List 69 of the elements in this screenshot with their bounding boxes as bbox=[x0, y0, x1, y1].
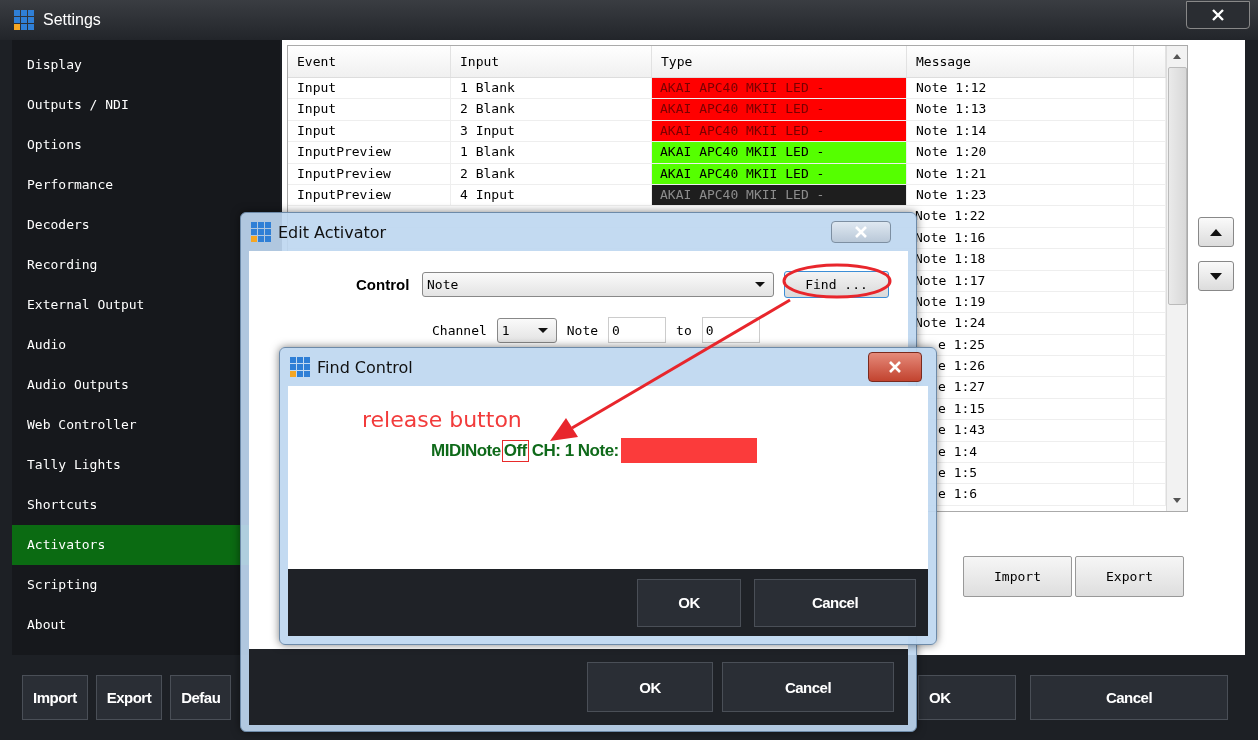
table-cell: AKAI APC40 MKII LED - bbox=[652, 78, 907, 99]
table-cell: Note 1:23 bbox=[907, 184, 1134, 206]
cancel-button[interactable]: Cancel bbox=[722, 662, 894, 712]
cancel-button[interactable]: Cancel bbox=[754, 578, 916, 627]
control-dropdown[interactable]: Note bbox=[422, 271, 774, 297]
footer-button[interactable]: Export bbox=[95, 675, 163, 720]
annotation-text: release button bbox=[361, 406, 523, 432]
table-cell: Input bbox=[288, 99, 451, 120]
table-cell: AKAI APC40 MKII LED - bbox=[652, 163, 907, 184]
window-title: Settings bbox=[43, 11, 101, 29]
grid-logo-icon bbox=[14, 9, 35, 31]
footer-button[interactable]: Defau bbox=[170, 675, 232, 720]
ok-button[interactable]: OK bbox=[918, 675, 1016, 720]
table-cell: Note 1:14 bbox=[907, 120, 1134, 142]
close-icon bbox=[889, 361, 901, 373]
list-action-button[interactable]: Import bbox=[963, 556, 1072, 597]
highlight-box: Off bbox=[501, 439, 529, 462]
table-cell: InputPreview bbox=[288, 163, 451, 184]
list-action-button[interactable]: Export bbox=[1075, 556, 1184, 597]
column-header[interactable]: Message bbox=[907, 46, 1134, 77]
table-cell: Note 1:21 bbox=[907, 163, 1134, 184]
caret-icon bbox=[755, 281, 765, 287]
cancel-button[interactable]: Cancel bbox=[1030, 675, 1228, 720]
sidebar-item[interactable]: Performance bbox=[12, 165, 280, 205]
ok-button[interactable]: OK bbox=[637, 578, 741, 627]
field-label: to bbox=[676, 322, 692, 338]
table-cell: AKAI APC40 MKII LED - bbox=[652, 99, 907, 120]
field-label: Control bbox=[356, 275, 411, 293]
close-icon bbox=[855, 226, 867, 238]
midi-message-text: MIDINote bbox=[431, 440, 501, 461]
move-down-button[interactable] bbox=[1198, 261, 1234, 291]
table-cell: AKAI APC40 MKII LED - bbox=[652, 184, 907, 206]
field-label: Channel bbox=[432, 322, 487, 338]
table-cell: Input bbox=[288, 120, 451, 142]
note-from-field[interactable]: 0 bbox=[608, 317, 667, 343]
close-button[interactable] bbox=[1186, 1, 1250, 29]
table-cell: AKAI APC40 MKII LED - bbox=[652, 142, 907, 163]
dialog-title: Find Control bbox=[317, 357, 413, 377]
table-cell: InputPreview bbox=[288, 184, 451, 206]
sidebar-item[interactable]: Display bbox=[12, 45, 280, 85]
table-cell: Note 1:20 bbox=[907, 142, 1134, 163]
column-header[interactable]: Type bbox=[652, 46, 907, 77]
caret-icon bbox=[537, 327, 548, 333]
triangle-down-icon bbox=[1210, 272, 1222, 280]
table-cell: AKAI APC40 MKII LED - bbox=[652, 120, 907, 142]
table-cell: InputPreview bbox=[288, 142, 451, 163]
table-cell: Note 1:12 bbox=[907, 78, 1134, 99]
sidebar-item[interactable]: Options bbox=[12, 125, 280, 165]
grid-logo-icon bbox=[251, 221, 272, 243]
column-header[interactable]: Event bbox=[288, 46, 451, 77]
table-cell: Input bbox=[288, 78, 451, 99]
midi-message-text: CH: 1 Note: bbox=[531, 440, 619, 461]
close-button[interactable] bbox=[868, 352, 922, 382]
scroll-up-icon[interactable] bbox=[1173, 54, 1181, 59]
sidebar-item[interactable]: Outputs / NDI bbox=[12, 85, 280, 125]
triangle-up-icon bbox=[1210, 228, 1222, 236]
footer-button[interactable]: Import bbox=[22, 675, 88, 720]
scroll-down-icon[interactable] bbox=[1173, 498, 1181, 503]
table-cell: Note 1:13 bbox=[907, 99, 1134, 120]
move-up-button[interactable] bbox=[1198, 217, 1234, 247]
note-to-field[interactable]: 0 bbox=[701, 317, 760, 343]
scrollbar[interactable] bbox=[1166, 46, 1187, 511]
channel-dropdown[interactable]: 1 bbox=[496, 317, 557, 343]
ok-button[interactable]: OK bbox=[587, 662, 713, 712]
field-label: Note bbox=[566, 322, 599, 338]
column-header[interactable]: Input bbox=[451, 46, 652, 77]
dialog-title: Edit Activator bbox=[278, 222, 387, 242]
close-icon bbox=[1212, 9, 1224, 21]
grid-logo-icon bbox=[290, 356, 311, 378]
